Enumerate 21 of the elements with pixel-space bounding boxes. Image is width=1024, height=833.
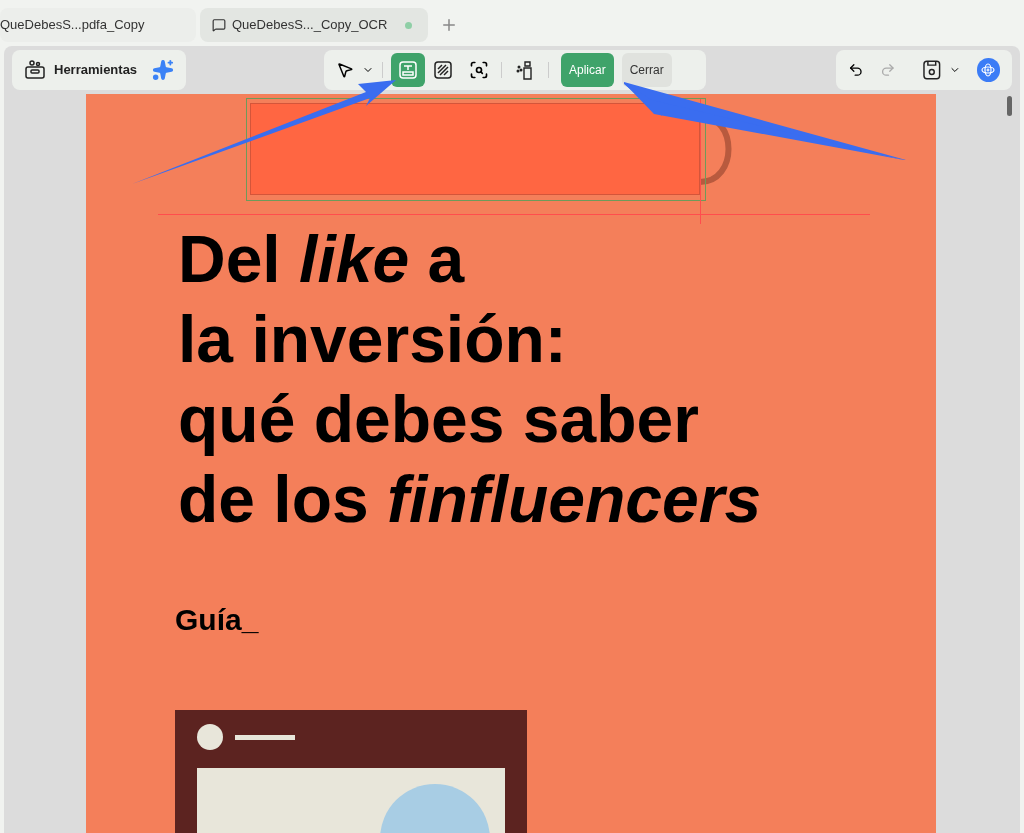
scrollbar-thumb[interactable]	[1006, 96, 1012, 116]
close-button[interactable]: Cerrar	[621, 53, 672, 87]
redact-area-icon	[398, 60, 418, 80]
title-line: la inversión:	[178, 301, 568, 378]
title-line: de los finfluencers	[178, 461, 763, 538]
document-tab[interactable]: QueDebesS..._Copy_OCR	[200, 8, 429, 42]
toolbox-icon	[24, 60, 46, 80]
save-icon[interactable]	[923, 60, 941, 80]
search-page-icon[interactable]	[469, 60, 489, 80]
sparkle-icon[interactable]	[152, 59, 174, 81]
undo-icon[interactable]	[848, 62, 864, 78]
tools-label[interactable]: Herramientas	[54, 60, 138, 80]
title-line: Del like a	[178, 221, 466, 298]
title-line: qué debes saber	[178, 381, 700, 458]
pointer-icon[interactable]	[336, 61, 354, 79]
document-tab[interactable]: QueDebesS...pdfa_Copy	[0, 8, 196, 42]
hatched-square-icon[interactable]	[433, 60, 453, 80]
assistant-icon[interactable]	[976, 58, 1000, 82]
subtitle: Guía_	[175, 602, 260, 638]
redact-area-tool[interactable]	[391, 53, 425, 87]
comment-icon	[212, 18, 226, 32]
